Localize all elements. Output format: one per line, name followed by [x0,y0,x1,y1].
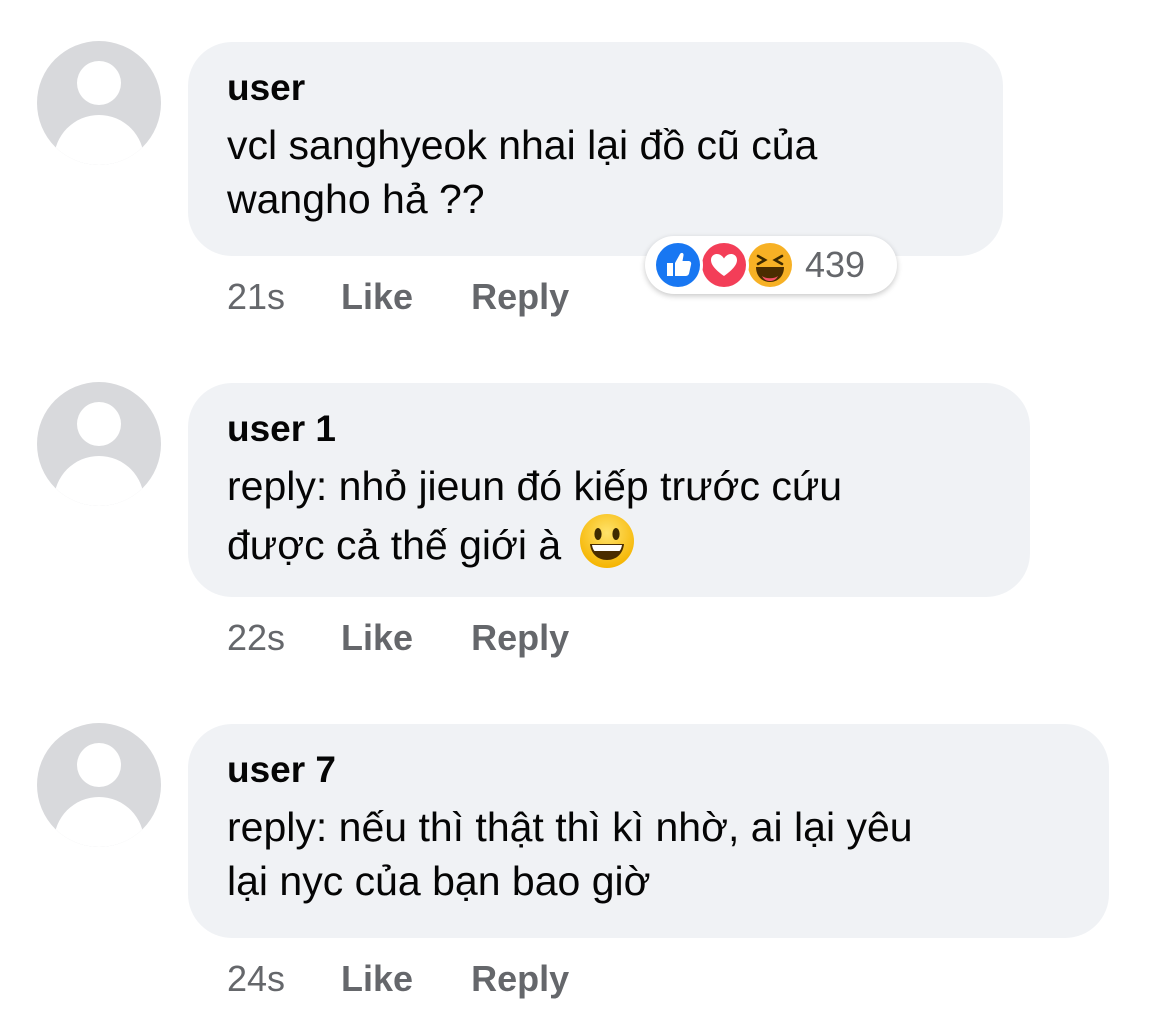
like-button[interactable]: Like [341,617,413,659]
avatar[interactable] [37,382,161,506]
comment-meta: 24s Like Reply [227,958,569,1000]
comment-text: reply: nếu thì thật thì kì nhờ, ai lại y… [227,800,1069,908]
comment-text-line: lại nyc của bạn bao giờ [227,858,651,904]
comment-text-line: được cả thế giới à [227,522,562,568]
comment-author[interactable]: user 1 [227,405,990,453]
avatar[interactable] [37,41,161,165]
haha-icon [745,240,795,290]
comment-text-line: vcl sanghyeok nhai lại đồ cũ của [227,122,818,168]
comment-bubble: user 7 reply: nếu thì thật thì kì nhờ, a… [188,724,1109,938]
timestamp[interactable]: 22s [227,617,285,659]
timestamp[interactable]: 24s [227,958,285,1000]
like-button[interactable]: Like [341,276,413,318]
comment-meta: 21s Like Reply [227,276,569,318]
reply-button[interactable]: Reply [471,276,569,318]
comment-author[interactable]: user [227,64,963,112]
grinning-face-emoji [579,513,635,569]
avatar[interactable] [37,723,161,847]
comment-text: reply: nhỏ jieun đó kiếp trước cứu được … [227,459,990,572]
comment-text-line: wangho hả ?? [227,176,485,222]
comment-bubble: user 1 reply: nhỏ jieun đó kiếp trước cứ… [188,383,1030,597]
reactions-summary[interactable]: 439 [645,236,897,294]
comment-text-line: reply: nhỏ jieun đó kiếp trước cứu [227,463,843,509]
like-button[interactable]: Like [341,958,413,1000]
reply-button[interactable]: Reply [471,958,569,1000]
reply-button[interactable]: Reply [471,617,569,659]
comment-bubble: user vcl sanghyeok nhai lại đồ cũ của wa… [188,42,1003,256]
reaction-count: 439 [805,244,866,285]
timestamp[interactable]: 21s [227,276,285,318]
comment-text-line: reply: nếu thì thật thì kì nhờ, ai lại y… [227,804,913,850]
love-icon [699,240,749,290]
comment-meta: 22s Like Reply [227,617,569,659]
like-icon [653,240,703,290]
comment-author[interactable]: user 7 [227,746,1069,794]
comment-text: vcl sanghyeok nhai lại đồ cũ của wangho … [227,118,963,226]
